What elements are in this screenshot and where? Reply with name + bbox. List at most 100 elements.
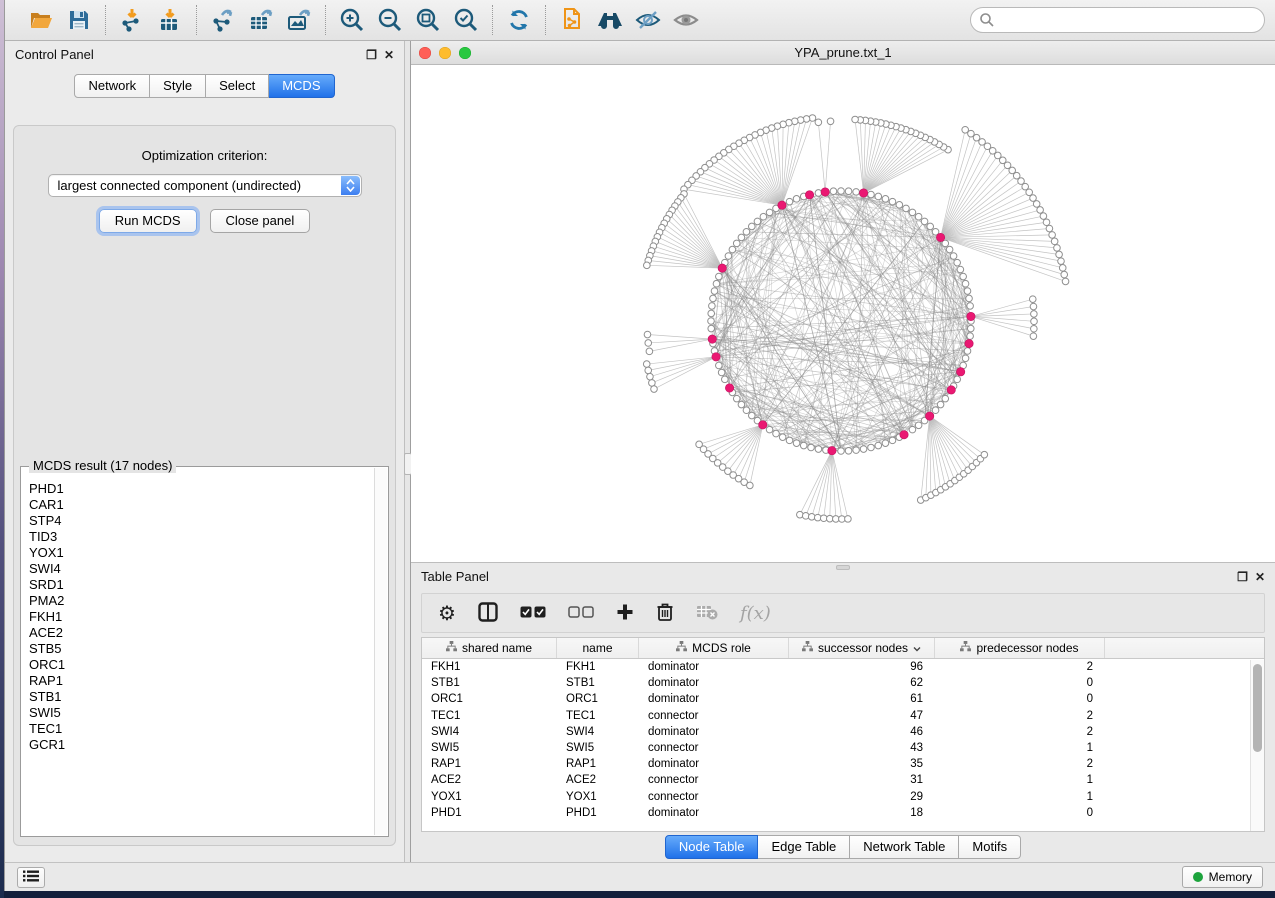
refresh-view-button[interactable] [502,4,536,36]
mcds-result-item[interactable]: ACE2 [29,625,374,641]
table-row[interactable]: STB1STB1dominator620 [422,675,1264,691]
open-folder-icon [28,7,54,33]
table-row[interactable]: SWI5SWI5connector431 [422,740,1264,756]
mcds-result-item[interactable]: CAR1 [29,497,374,513]
close-panel-button[interactable]: Close panel [210,209,311,233]
network-document-icon [559,7,585,33]
zoom-out-button[interactable] [373,4,407,36]
tab-edge-table[interactable]: Edge Table [758,835,850,859]
control-panel-close-button[interactable]: ✕ [384,49,394,61]
mcds-result-scrollbar[interactable] [374,468,387,835]
mcds-result-item[interactable]: ORC1 [29,657,374,673]
first-neighbors-button[interactable] [593,4,627,36]
export-network-button[interactable] [206,4,240,36]
control-panel-float-button[interactable]: ❐ [366,49,377,61]
select-all-button[interactable] [520,598,546,628]
tab-motifs[interactable]: Motifs [959,835,1021,859]
cell-predecessor-nodes: 1 [935,791,1105,803]
view-group [546,4,712,36]
mcds-result-item[interactable]: PMA2 [29,593,374,609]
mcds-result-item[interactable]: STB5 [29,641,374,657]
mcds-result-item[interactable]: SWI5 [29,705,374,721]
mcds-result-item[interactable]: RAP1 [29,673,374,689]
table-options-button[interactable]: ⚙ [438,598,456,628]
gear-icon: ⚙ [438,601,456,626]
mcds-result-item[interactable]: YOX1 [29,545,374,561]
show-column-panel-button[interactable] [478,598,498,628]
table-panel-title: Table Panel [421,569,489,584]
mcds-result-item[interactable]: STB1 [29,689,374,705]
table-row[interactable]: ACE2ACE2connector311 [422,772,1264,788]
column-header-mcds-role[interactable]: MCDS role [639,638,789,658]
show-preview-button[interactable] [669,4,703,36]
cell-mcds-role: dominator [639,677,789,689]
table-row[interactable]: RAP1RAP1dominator352 [422,756,1264,772]
vertical-splitter[interactable] [404,41,411,862]
table-delete-icon [696,604,718,623]
add-column-button[interactable] [616,598,634,628]
tab-select[interactable]: Select [206,74,269,98]
window-close-traffic-light[interactable] [419,47,431,59]
window-minimize-traffic-light[interactable] [439,47,451,59]
search-input[interactable] [970,7,1265,33]
cell-successor-nodes: 96 [789,661,935,673]
zoom-in-button[interactable] [335,4,369,36]
column-header-name[interactable]: name [557,638,639,658]
run-mcds-button[interactable]: Run MCDS [99,209,197,233]
mcds-result-item[interactable]: TEC1 [29,721,374,737]
export-image-button[interactable] [282,4,316,36]
table-panel-close-button[interactable]: ✕ [1255,571,1265,583]
mcds-result-item[interactable]: TID3 [29,529,374,545]
table-scrollbar[interactable] [1250,660,1264,831]
column-header-successor-nodes[interactable]: successor nodes [789,638,935,658]
mcds-result-item[interactable]: FKH1 [29,609,374,625]
memory-button[interactable]: Memory [1182,866,1263,888]
columns-icon [478,602,498,625]
mcds-result-item[interactable]: SRD1 [29,577,374,593]
table-row[interactable]: FKH1FKH1dominator962 [422,659,1264,675]
optimization-criterion-value: largest connected component (undirected) [58,178,302,193]
table-row[interactable]: TEC1TEC1connector472 [422,708,1264,724]
mcds-result-item[interactable]: PHD1 [29,481,374,497]
mcds-result-item[interactable]: STP4 [29,513,374,529]
zoom-fit-button[interactable] [411,4,445,36]
export-network-icon [210,7,236,33]
hide-style-button[interactable] [631,4,665,36]
table-scrollbar-thumb[interactable] [1253,664,1262,752]
table-panel-float-button[interactable]: ❐ [1237,571,1248,583]
network-canvas[interactable] [411,65,1275,562]
delete-columns-button[interactable] [656,598,674,628]
table-row[interactable]: SWI4SWI4dominator462 [422,724,1264,740]
zoom-selected-button[interactable] [449,4,483,36]
checked-boxes-icon [520,606,546,621]
export-table-button[interactable] [244,4,278,36]
table-row[interactable]: YOX1YOX1connector291 [422,789,1264,805]
task-history-button[interactable] [17,867,45,888]
mcds-result-item[interactable]: SWI4 [29,561,374,577]
column-header-predecessor-nodes[interactable]: predecessor nodes [935,638,1105,658]
table-row[interactable]: PHD1PHD1dominator180 [422,805,1264,821]
window-zoom-traffic-light[interactable] [459,47,471,59]
optimization-criterion-select[interactable]: largest connected component (undirected) [48,174,362,197]
tab-style[interactable]: Style [150,74,206,98]
mcds-result-item[interactable]: GCR1 [29,737,374,753]
tab-node-table[interactable]: Node Table [665,835,759,859]
cell-name: TEC1 [557,710,639,722]
deselect-all-button[interactable] [568,598,594,628]
table-row[interactable]: ORC1ORC1dominator610 [422,691,1264,707]
import-table-button[interactable] [153,4,187,36]
zoom-fit-icon [415,7,441,33]
tab-network[interactable]: Network [74,74,150,98]
export-group [197,4,325,36]
table-panel-grip[interactable] [836,565,850,570]
mcds-panel: Optimization criterion: largest connecte… [13,125,396,846]
cell-mcds-role: connector [639,791,789,803]
new-network-from-selection-button[interactable] [555,4,589,36]
tab-network-table[interactable]: Network Table [850,835,959,859]
column-header-shared-name[interactable]: shared name [422,638,557,658]
save-session-button[interactable] [62,4,96,36]
import-network-button[interactable] [115,4,149,36]
cell-mcds-role: connector [639,742,789,754]
open-file-button[interactable] [24,4,58,36]
tab-mcds[interactable]: MCDS [269,74,334,98]
